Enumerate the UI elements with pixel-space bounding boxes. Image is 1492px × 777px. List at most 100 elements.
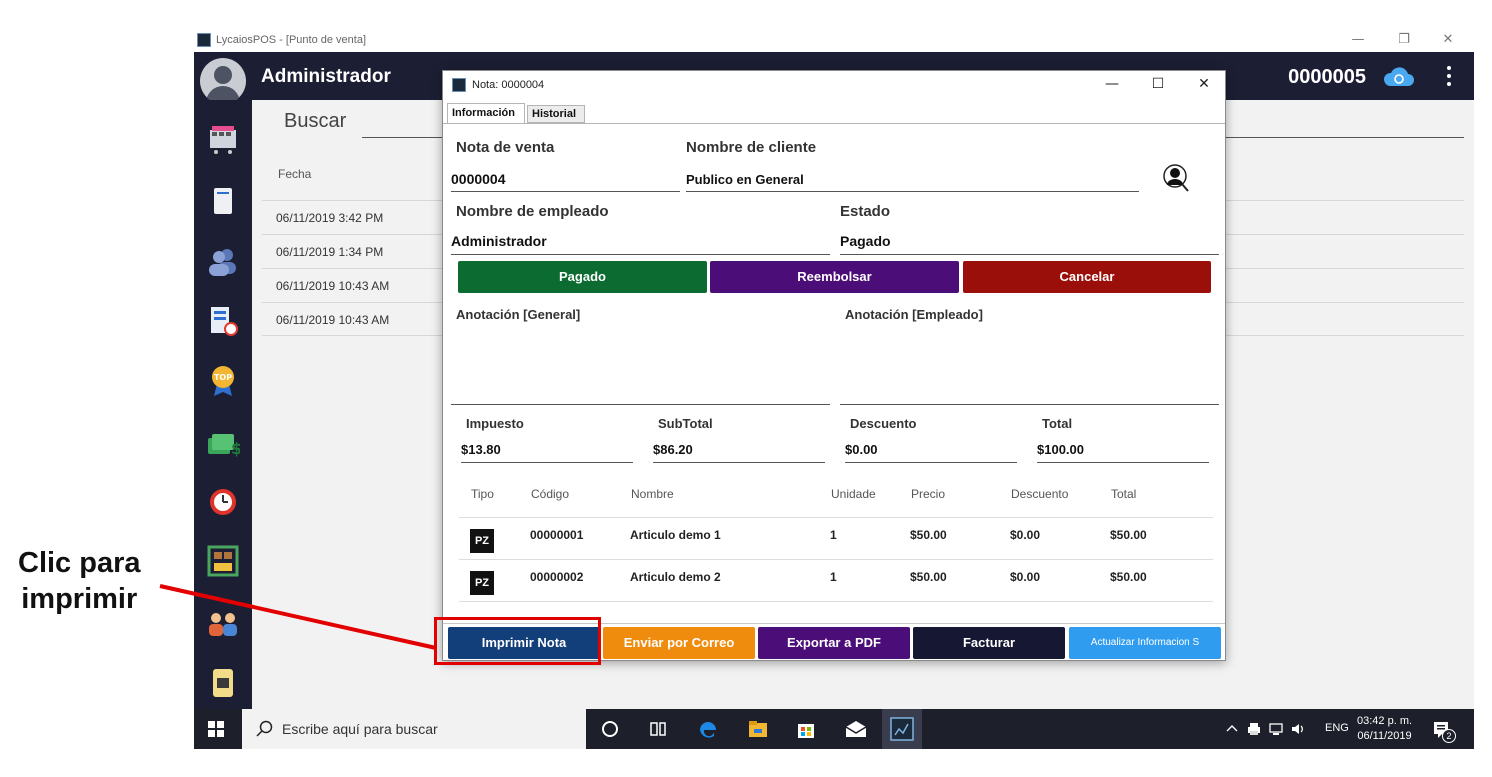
column-header-precio: Precio — [911, 487, 946, 501]
empleado-value: Administrador — [451, 233, 547, 249]
subtotal-underline — [653, 462, 825, 463]
windows-start-icon[interactable] — [208, 721, 224, 737]
cell-unidad: 1 — [830, 570, 837, 584]
header-user-name: Administrador — [261, 66, 391, 87]
svg-text:$: $ — [231, 439, 240, 458]
clock-date: 06/11/2019 — [1357, 730, 1412, 742]
column-header-date: Fecha — [278, 167, 312, 181]
avatar[interactable] — [200, 58, 246, 104]
reports-clock-icon[interactable] — [206, 304, 240, 338]
file-explorer-icon[interactable] — [746, 717, 770, 741]
window-minimize-button[interactable]: — — [1344, 32, 1372, 47]
network-icon[interactable] — [1268, 721, 1284, 737]
nota-underline — [451, 191, 680, 192]
shopping-cart-icon[interactable] — [206, 122, 240, 156]
facturar-button[interactable]: Facturar — [913, 627, 1065, 659]
annotation-line-1: Clic para — [18, 547, 141, 579]
dialog-titlebar: Nota: 0000004 — ☐ ✕ — [443, 71, 1225, 101]
tipo-badge: PZ — [470, 571, 494, 595]
enviar-correo-button[interactable]: Enviar por Correo — [603, 627, 755, 659]
dialog-close-button[interactable]: ✕ — [1189, 76, 1219, 92]
window-close-button[interactable]: ✕ — [1434, 32, 1462, 47]
annotation-highlight-box — [434, 617, 601, 665]
impuesto-label: Impuesto — [466, 416, 524, 431]
window-title: LycaiosPOS - [Punto de venta] — [216, 34, 367, 46]
list-item-date: 06/11/2019 10:43 AM — [276, 279, 390, 293]
sidebar: TOP $ — [194, 100, 252, 709]
customers-icon[interactable] — [206, 244, 240, 278]
search-customer-icon[interactable] — [1163, 163, 1191, 193]
impuesto-value: $13.80 — [461, 442, 501, 457]
descuento-value: $0.00 — [845, 442, 878, 457]
taskbar-search[interactable]: Escribe aquí para buscar — [242, 709, 586, 749]
tipo-badge: PZ — [470, 529, 494, 553]
column-header-descuento: Descuento — [1011, 487, 1069, 501]
total-label: Total — [1042, 416, 1073, 431]
annotation-line-2: imprimir — [21, 583, 138, 615]
taskbar: Escribe aquí para buscar ENG 03:42 p. m.… — [194, 709, 1474, 749]
app-icon — [197, 33, 211, 47]
search-label[interactable]: Buscar — [284, 110, 346, 133]
chevron-up-icon[interactable] — [1226, 723, 1238, 735]
subtotal-label: SubTotal — [658, 416, 713, 431]
anotacion-general-field[interactable] — [451, 325, 830, 405]
stopwatch-icon[interactable] — [206, 484, 240, 518]
header-note-number: 0000005 — [1288, 66, 1366, 88]
cell-total: $50.00 — [1110, 528, 1147, 542]
empleado-label: Nombre de empleado — [456, 203, 609, 220]
subtotal-value: $86.20 — [653, 442, 693, 457]
cell-total: $50.00 — [1110, 570, 1147, 584]
money-icon[interactable]: $ — [206, 426, 240, 460]
exportar-pdf-button[interactable]: Exportar a PDF — [758, 627, 910, 659]
empleado-underline — [451, 254, 830, 255]
descuento-label: Descuento — [850, 416, 917, 431]
anotacion-empleado-field[interactable] — [840, 325, 1219, 405]
store-icon[interactable] — [794, 717, 818, 741]
taskbar-search-placeholder: Escribe aquí para buscar — [282, 721, 438, 737]
total-value: $100.00 — [1037, 442, 1084, 457]
taskbar-clock[interactable]: 03:42 p. m. 06/11/2019 — [1357, 714, 1412, 744]
inventory-icon[interactable] — [206, 544, 240, 578]
dialog-minimize-button[interactable]: — — [1097, 76, 1127, 92]
column-header-unidade: Unidade — [831, 487, 876, 501]
tab-informacion[interactable]: Información — [447, 103, 525, 123]
cell-nombre: Articulo demo 2 — [630, 570, 721, 584]
mail-icon[interactable] — [844, 717, 868, 741]
notes-icon[interactable] — [206, 184, 240, 218]
nota-value: 0000004 — [451, 171, 506, 187]
list-item-date: 06/11/2019 1:34 PM — [276, 245, 384, 259]
cortana-icon[interactable] — [598, 717, 622, 741]
employees-icon[interactable] — [206, 606, 240, 640]
dialog-title: Nota: 0000004 — [472, 79, 545, 91]
cancelar-button[interactable]: Cancelar — [963, 261, 1211, 293]
language-indicator[interactable]: ENG — [1325, 722, 1349, 734]
column-header-codigo: Código — [531, 487, 570, 501]
tab-historial[interactable]: Historial — [527, 105, 585, 123]
more-options-icon[interactable] — [1446, 66, 1452, 88]
printer-icon[interactable] — [1246, 721, 1262, 737]
cloud-sync-icon[interactable] — [1382, 66, 1416, 88]
cell-unidad: 1 — [830, 528, 837, 542]
dialog-maximize-button[interactable]: ☐ — [1143, 76, 1173, 92]
taskbar-active-app[interactable] — [882, 709, 922, 749]
task-view-icon[interactable] — [646, 717, 670, 741]
note-dialog: Nota: 0000004 — ☐ ✕ Información Historia… — [442, 70, 1226, 661]
edge-browser-icon[interactable] — [696, 717, 720, 741]
estado-underline — [840, 254, 1219, 255]
column-header-total: Total — [1111, 487, 1137, 501]
volume-icon[interactable] — [1290, 721, 1308, 737]
cliente-value[interactable]: Publico en General — [686, 172, 804, 187]
pagado-button[interactable]: Pagado — [458, 261, 707, 293]
table-divider — [459, 601, 1213, 602]
top-badge-icon[interactable]: TOP — [206, 364, 240, 398]
window-titlebar: LycaiosPOS - [Punto de venta] — ❐ ✕ — [194, 30, 1474, 52]
total-underline — [1037, 462, 1209, 463]
window-restore-button[interactable]: ❐ — [1390, 32, 1418, 47]
list-item-date: 06/11/2019 10:43 AM — [276, 313, 390, 327]
actualizar-informacion-button[interactable]: Actualizar Informacion S — [1069, 627, 1221, 659]
column-header-tipo: Tipo — [471, 487, 494, 501]
reembolsar-button[interactable]: Reembolsar — [710, 261, 959, 293]
cliente-underline — [686, 191, 1139, 192]
exchange-icon[interactable] — [206, 666, 240, 700]
notification-count-badge: 2 — [1442, 729, 1456, 743]
